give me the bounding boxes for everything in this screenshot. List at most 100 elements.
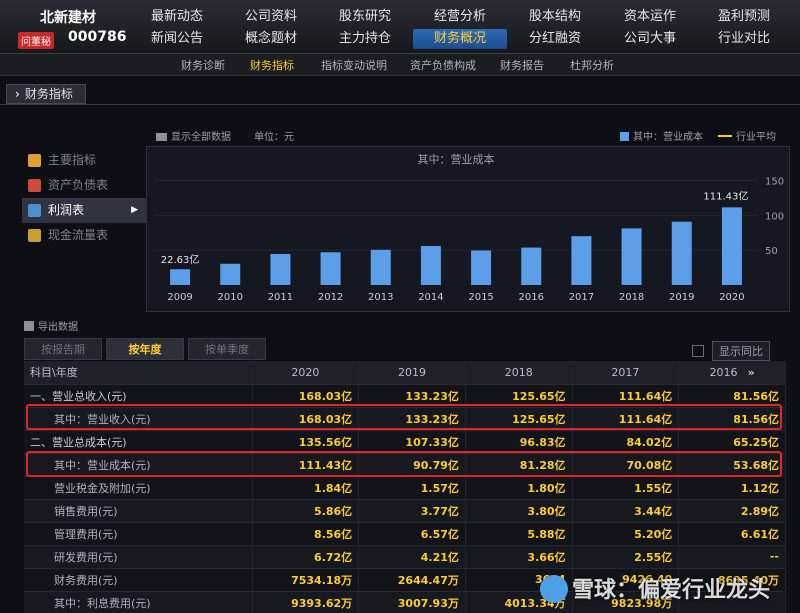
y-tick-label: 150	[765, 176, 784, 187]
table-row: 其中：营业成本(元) 111.43亿 90.79亿 81.28亿 70.08亿 53.68…	[24, 453, 786, 477]
cell-value: 1.80亿	[465, 476, 573, 500]
nav-item[interactable]: 概念题材	[224, 29, 318, 49]
section-divider	[0, 104, 800, 105]
cell-value: 90.79亿	[358, 453, 466, 477]
nav-item[interactable]: 新闻公告	[130, 29, 224, 49]
x-tick-label: 2011	[268, 292, 293, 303]
bar	[671, 221, 692, 285]
nav-item[interactable]: 分红融资	[508, 29, 602, 49]
cell-value: 6.72亿	[252, 545, 360, 569]
nav-item[interactable]: 资本运作	[603, 7, 697, 27]
table-row: 其中：营业收入(元) 168.03亿 133.23亿 125.65亿 111.64亿 81…	[24, 407, 786, 431]
legend-bar-label: 其中：营业成本	[633, 132, 703, 143]
header-item-year: 科目\年度	[24, 361, 253, 385]
header-text: 科目\年度	[30, 366, 78, 380]
nav-item[interactable]: 主力持仓	[318, 29, 412, 49]
export-data-button[interactable]: 导出数据	[24, 318, 78, 333]
cell-value: 84.02亿	[572, 430, 680, 454]
subnav-item[interactable]: 财务报告	[500, 57, 544, 73]
show-all-label: 显示全部数据	[171, 132, 231, 143]
x-tick-label: 2012	[318, 292, 343, 303]
balance-sheet-icon	[28, 179, 41, 192]
export-label: 导出数据	[38, 322, 78, 333]
cell-value: 4.21亿	[358, 545, 466, 569]
top-navigation: 北新建材 问董秘 000786 最新动态 公司资料 股东研究 经营分析 股本结构 资本运作…	[0, 0, 800, 54]
table-row: 二、营业总成本(元) 135.56亿 107.33亿 96.83亿 84.02亿 65.2…	[24, 430, 786, 454]
side-menu-label: 主要指标	[48, 153, 97, 167]
nav-item[interactable]: 最新动态	[130, 7, 224, 27]
unit-label: 单位：元	[254, 132, 294, 143]
side-menu-item[interactable]: 现金流量表	[22, 223, 146, 248]
period-tab[interactable]: 按报告期	[24, 338, 102, 360]
cell-value: 70.08亿	[572, 453, 680, 477]
header-year: 2017	[572, 361, 680, 385]
period-tab[interactable]: 按单季度	[188, 338, 266, 360]
stock-brand: 北新建材 问董秘 000786	[0, 0, 128, 54]
data-label-first: 22.63亿	[161, 253, 200, 266]
yoy-checkbox[interactable]	[692, 345, 704, 357]
x-tick-label: 2010	[218, 292, 243, 303]
y-tick-label: 100	[765, 211, 784, 222]
yoy-button[interactable]: 显示同比	[712, 341, 770, 361]
period-tab[interactable]: 按年度	[106, 338, 184, 360]
cost-bar-chart: 其中：营业成本 50 100 150 2009 2010 2011 2012 2013 2014 2…	[146, 146, 790, 312]
snowball-logo-icon	[540, 575, 568, 603]
subnav-item[interactable]: 指标变动说明	[321, 57, 387, 73]
cell-value: 133.23亿	[358, 384, 466, 408]
subnav-item[interactable]: 杜邦分析	[570, 57, 614, 73]
subnav-item[interactable]: 资产负债构成	[410, 57, 476, 73]
row-label: 其中：利息费用(元)	[24, 591, 253, 613]
cell-value: 168.03亿	[252, 384, 360, 408]
cell-value: 111.43亿	[252, 453, 360, 477]
cell-value: 135.56亿	[252, 430, 360, 454]
legend-line-swatch	[718, 135, 732, 137]
nav-item[interactable]: 股本结构	[508, 7, 602, 27]
nav-item[interactable]: 财务概况	[413, 29, 507, 49]
statement-side-menu: 主要指标资产负债表 利润表 ▶ 现金流量表	[22, 148, 146, 248]
chevron-right-icon: ›	[15, 87, 20, 101]
header-year: 2016 »	[678, 361, 786, 385]
x-tick-label: 2013	[368, 292, 393, 303]
cell-value: 6.61亿	[678, 522, 786, 546]
show-all-data-toggle[interactable]: 显示全部数据	[156, 128, 231, 143]
nav-item[interactable]: 公司资料	[224, 7, 318, 27]
row-label: 销售费用(元)	[24, 499, 253, 523]
row-label: 财务费用(元)	[24, 568, 253, 592]
bar	[370, 249, 391, 285]
next-years-icon[interactable]: »	[748, 366, 755, 379]
cell-value: 3.77亿	[358, 499, 466, 523]
cell-value: 3.66亿	[465, 545, 573, 569]
yoy-toggle[interactable]: 显示同比	[692, 341, 770, 361]
side-menu-item[interactable]: 资产负债表	[22, 173, 146, 198]
row-label: 一、营业总收入(元)	[24, 384, 253, 408]
cell-value: 107.33亿	[358, 430, 466, 454]
nav-item[interactable]: 公司大事	[603, 29, 697, 49]
bar	[270, 253, 291, 285]
cell-value: 2.55亿	[572, 545, 680, 569]
x-tick-label: 2014	[418, 292, 443, 303]
cell-value: 111.64亿	[572, 407, 680, 431]
cell-value: 125.65亿	[465, 384, 573, 408]
section-title: 财务指标	[24, 87, 73, 101]
cell-value: 168.03亿	[252, 407, 360, 431]
nav-item[interactable]: 行业对比	[697, 29, 791, 49]
subnav-item[interactable]: 财务诊断	[181, 57, 225, 73]
cell-value: 81.56亿	[678, 407, 786, 431]
chart-toolbar: 显示全部数据 单位：元 其中：营业成本 行业平均	[150, 128, 790, 144]
nav-item[interactable]: 经营分析	[413, 7, 507, 27]
table-row: 管理费用(元) 8.56亿 6.57亿 5.88亿 5.20亿 6.61亿	[24, 522, 786, 546]
ask-secretary-badge[interactable]: 问董秘	[18, 32, 54, 49]
subnav-item[interactable]: 财务指标	[250, 57, 294, 73]
side-menu-label: 现金流量表	[48, 228, 109, 242]
table-row: 销售费用(元) 5.86亿 3.77亿 3.80亿 3.44亿 2.89亿	[24, 499, 786, 523]
header-year: 2019	[358, 361, 466, 385]
side-menu-item[interactable]: 利润表 ▶	[22, 198, 146, 223]
bar	[170, 269, 191, 285]
stock-code: 000786	[68, 29, 127, 45]
cell-value: 81.28亿	[465, 453, 573, 477]
side-menu-item[interactable]: 主要指标	[22, 148, 146, 173]
x-tick-label: 2016	[519, 292, 544, 303]
cell-value: 9393.62万	[252, 591, 360, 613]
nav-item[interactable]: 盈利预测	[697, 7, 791, 27]
nav-item[interactable]: 股东研究	[318, 7, 412, 27]
